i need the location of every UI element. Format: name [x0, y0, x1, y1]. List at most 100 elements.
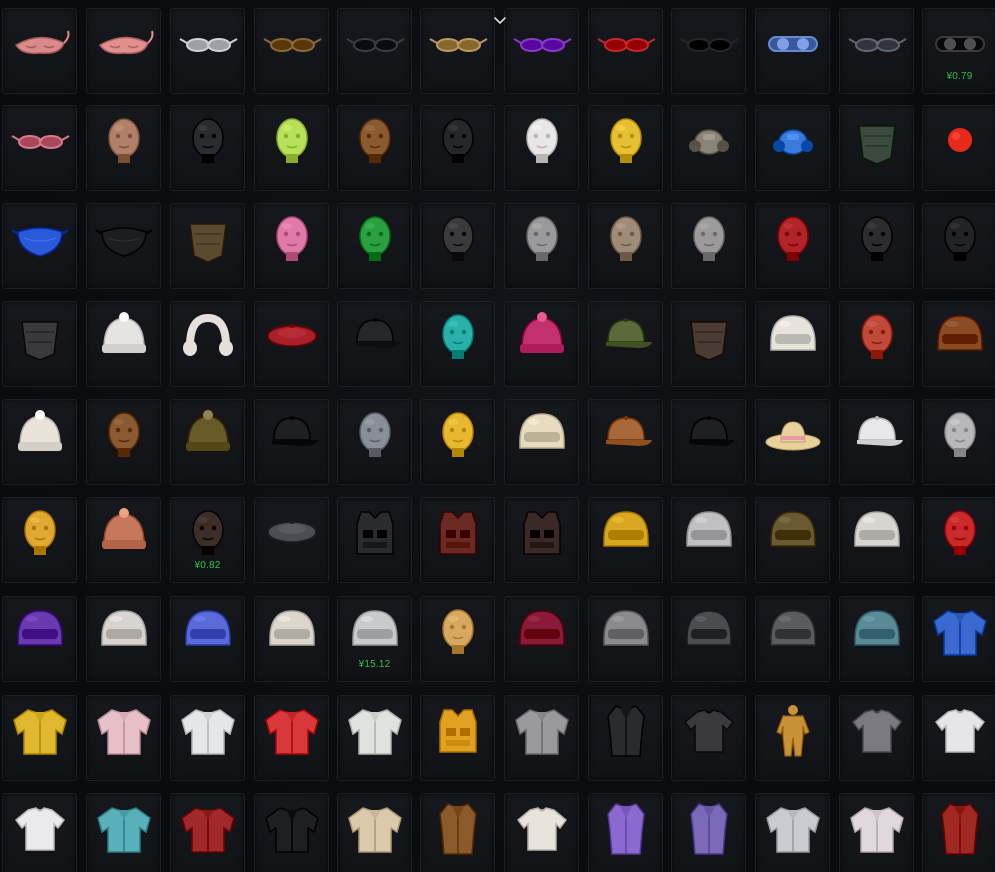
item-tile[interactable] — [86, 497, 161, 583]
item-tile[interactable] — [922, 399, 995, 485]
item-tile[interactable] — [922, 793, 995, 872]
item-tile[interactable]: ¥0.82 — [170, 497, 245, 583]
item-tile[interactable] — [254, 399, 329, 485]
item-tile[interactable] — [839, 203, 914, 289]
item-tile[interactable]: ¥0.79 — [922, 8, 995, 94]
item-tile[interactable] — [755, 8, 830, 94]
item-tile[interactable] — [504, 8, 579, 94]
item-tile[interactable] — [337, 497, 412, 583]
item-tile[interactable] — [922, 596, 995, 682]
item-tile[interactable] — [504, 793, 579, 872]
item-tile[interactable] — [254, 105, 329, 191]
item-tile[interactable] — [755, 596, 830, 682]
item-tile[interactable] — [588, 203, 663, 289]
item-tile[interactable] — [671, 203, 746, 289]
item-tile[interactable] — [337, 105, 412, 191]
item-tile[interactable] — [671, 695, 746, 781]
item-tile[interactable] — [839, 301, 914, 387]
item-tile[interactable] — [755, 399, 830, 485]
item-tile[interactable] — [254, 695, 329, 781]
item-tile[interactable] — [588, 497, 663, 583]
item-tile[interactable] — [2, 8, 77, 94]
item-tile[interactable] — [254, 497, 329, 583]
item-tile[interactable] — [588, 399, 663, 485]
item-tile[interactable] — [755, 793, 830, 872]
item-tile[interactable] — [254, 203, 329, 289]
item-tile[interactable] — [755, 105, 830, 191]
item-tile[interactable] — [755, 695, 830, 781]
item-tile[interactable] — [504, 399, 579, 485]
item-tile[interactable] — [839, 596, 914, 682]
item-tile[interactable] — [337, 8, 412, 94]
item-tile[interactable] — [420, 695, 495, 781]
item-tile[interactable] — [588, 8, 663, 94]
item-tile[interactable] — [420, 497, 495, 583]
item-tile[interactable] — [2, 203, 77, 289]
item-tile[interactable] — [839, 695, 914, 781]
item-tile[interactable] — [504, 105, 579, 191]
item-tile[interactable] — [504, 203, 579, 289]
item-tile[interactable] — [839, 793, 914, 872]
item-tile[interactable] — [671, 105, 746, 191]
item-tile[interactable] — [755, 203, 830, 289]
item-tile[interactable] — [755, 301, 830, 387]
item-tile[interactable] — [86, 793, 161, 872]
item-tile[interactable] — [170, 793, 245, 872]
item-tile[interactable] — [254, 8, 329, 94]
item-tile[interactable] — [588, 695, 663, 781]
item-tile[interactable] — [588, 105, 663, 191]
item-tile[interactable] — [170, 8, 245, 94]
item-tile[interactable] — [420, 596, 495, 682]
item-tile[interactable]: ¥15.12 — [337, 596, 412, 682]
item-tile[interactable] — [337, 695, 412, 781]
item-tile[interactable] — [922, 497, 995, 583]
item-tile[interactable] — [839, 399, 914, 485]
item-tile[interactable] — [254, 793, 329, 872]
item-tile[interactable] — [922, 203, 995, 289]
item-tile[interactable] — [170, 399, 245, 485]
item-tile[interactable] — [420, 203, 495, 289]
item-tile[interactable] — [922, 301, 995, 387]
item-tile[interactable] — [420, 8, 495, 94]
item-tile[interactable] — [420, 793, 495, 872]
item-tile[interactable] — [922, 105, 995, 191]
item-tile[interactable] — [504, 301, 579, 387]
item-tile[interactable] — [86, 695, 161, 781]
chevron-down-icon[interactable] — [492, 14, 508, 28]
item-tile[interactable] — [671, 301, 746, 387]
item-tile[interactable] — [170, 105, 245, 191]
item-tile[interactable] — [420, 301, 495, 387]
item-tile[interactable] — [922, 695, 995, 781]
item-tile[interactable] — [2, 105, 77, 191]
item-tile[interactable] — [755, 497, 830, 583]
item-tile[interactable] — [504, 497, 579, 583]
item-tile[interactable] — [2, 301, 77, 387]
item-tile[interactable] — [337, 301, 412, 387]
item-tile[interactable] — [839, 497, 914, 583]
item-tile[interactable] — [671, 399, 746, 485]
item-tile[interactable] — [86, 399, 161, 485]
item-tile[interactable] — [420, 105, 495, 191]
item-tile[interactable] — [337, 793, 412, 872]
item-tile[interactable] — [671, 793, 746, 872]
item-tile[interactable] — [588, 596, 663, 682]
item-tile[interactable] — [2, 596, 77, 682]
item-tile[interactable] — [337, 203, 412, 289]
item-tile[interactable] — [86, 203, 161, 289]
item-tile[interactable] — [86, 105, 161, 191]
item-tile[interactable] — [170, 301, 245, 387]
item-tile[interactable] — [86, 301, 161, 387]
item-tile[interactable] — [2, 497, 77, 583]
item-tile[interactable] — [839, 8, 914, 94]
item-tile[interactable] — [588, 301, 663, 387]
item-tile[interactable] — [504, 596, 579, 682]
item-tile[interactable] — [86, 8, 161, 94]
item-tile[interactable] — [2, 695, 77, 781]
item-tile[interactable] — [671, 497, 746, 583]
item-tile[interactable] — [254, 596, 329, 682]
item-tile[interactable] — [2, 399, 77, 485]
item-tile[interactable] — [86, 596, 161, 682]
item-tile[interactable] — [671, 8, 746, 94]
item-tile[interactable] — [170, 695, 245, 781]
item-tile[interactable] — [588, 793, 663, 872]
